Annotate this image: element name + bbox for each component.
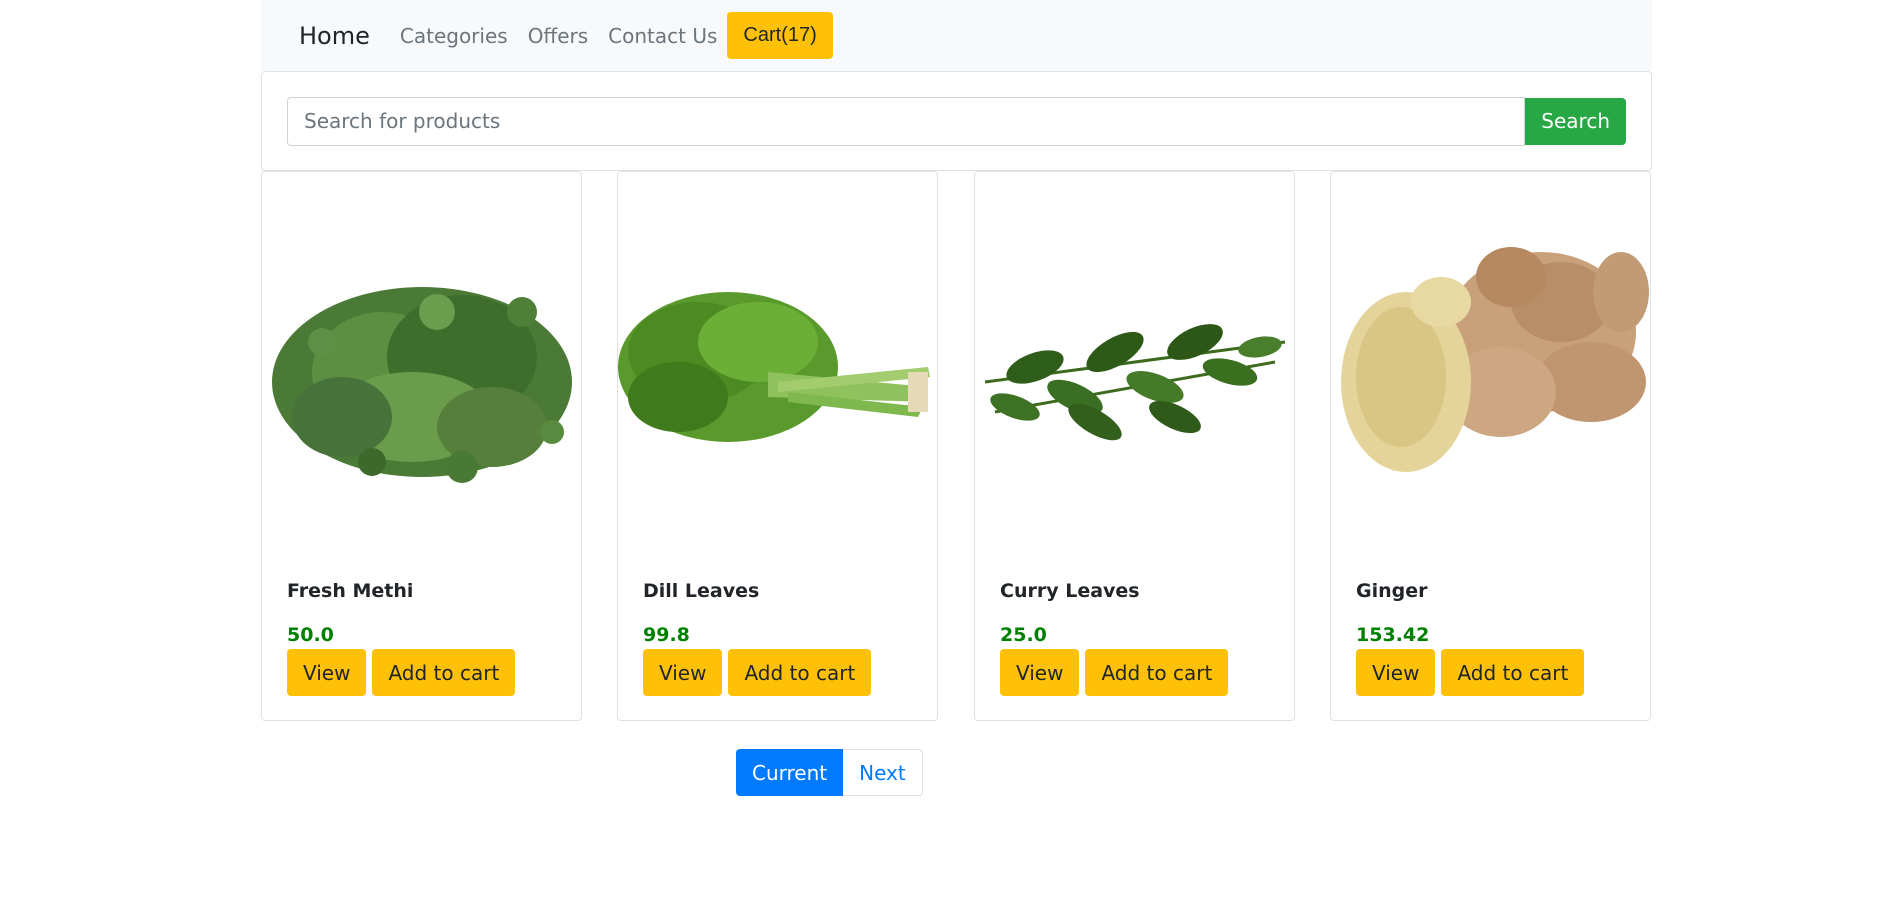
view-button[interactable]: View	[287, 649, 367, 696]
page-next-button[interactable]: Next	[843, 749, 923, 796]
product-actions: View Add to cart	[1356, 649, 1590, 696]
page-current-button[interactable]: Current	[736, 749, 844, 796]
product-actions: View Add to cart	[1000, 649, 1234, 696]
product-price: 153.42	[1356, 624, 1430, 646]
product-price: 25.0	[1000, 624, 1047, 646]
curry-leaves-image	[984, 324, 1286, 441]
page-container: Home Categories Offers Contact Us Cart(1…	[261, 0, 1652, 721]
product-actions: View Add to cart	[643, 649, 877, 696]
product-price: 99.8	[643, 624, 690, 646]
add-to-cart-button[interactable]: Add to cart	[1085, 649, 1229, 696]
nav-link-contact[interactable]: Contact Us	[608, 24, 717, 48]
add-to-cart-button[interactable]: Add to cart	[372, 649, 516, 696]
view-button[interactable]: View	[1356, 649, 1436, 696]
pagination: Current Next	[736, 749, 923, 796]
add-to-cart-button[interactable]: Add to cart	[1441, 649, 1585, 696]
view-button[interactable]: View	[643, 649, 723, 696]
product-name: Curry Leaves	[1000, 580, 1140, 602]
product-name: Ginger	[1356, 580, 1428, 602]
methi-leaves-image	[272, 287, 572, 483]
product-card: Ginger 153.42 View Add to cart	[1330, 171, 1651, 721]
dill-leaves-image	[618, 292, 930, 442]
nav-link-offers[interactable]: Offers	[528, 24, 588, 48]
product-actions: View Add to cart	[287, 649, 521, 696]
product-name: Fresh Methi	[287, 580, 414, 602]
nav-home-link[interactable]: Home	[299, 22, 370, 50]
navbar: Home Categories Offers Contact Us Cart(1…	[261, 0, 1652, 71]
search-bar: Search	[261, 71, 1652, 171]
cart-button[interactable]: Cart(17)	[727, 12, 833, 59]
search-button[interactable]: Search	[1525, 97, 1626, 145]
product-name: Dill Leaves	[643, 580, 760, 602]
product-price: 50.0	[287, 624, 334, 646]
add-to-cart-button[interactable]: Add to cart	[728, 649, 872, 696]
product-card: Dill Leaves 99.8 View Add to cart	[617, 171, 938, 721]
view-button[interactable]: View	[1000, 649, 1080, 696]
product-card: Curry Leaves 25.0 View Add to cart	[974, 171, 1295, 721]
product-grid: Fresh Methi 50.0 View Add to cart Dill L…	[261, 171, 1652, 721]
nav-link-categories[interactable]: Categories	[400, 24, 508, 48]
ginger-root-image	[1341, 247, 1649, 472]
product-card: Fresh Methi 50.0 View Add to cart	[261, 171, 582, 721]
search-input[interactable]	[287, 96, 1526, 146]
